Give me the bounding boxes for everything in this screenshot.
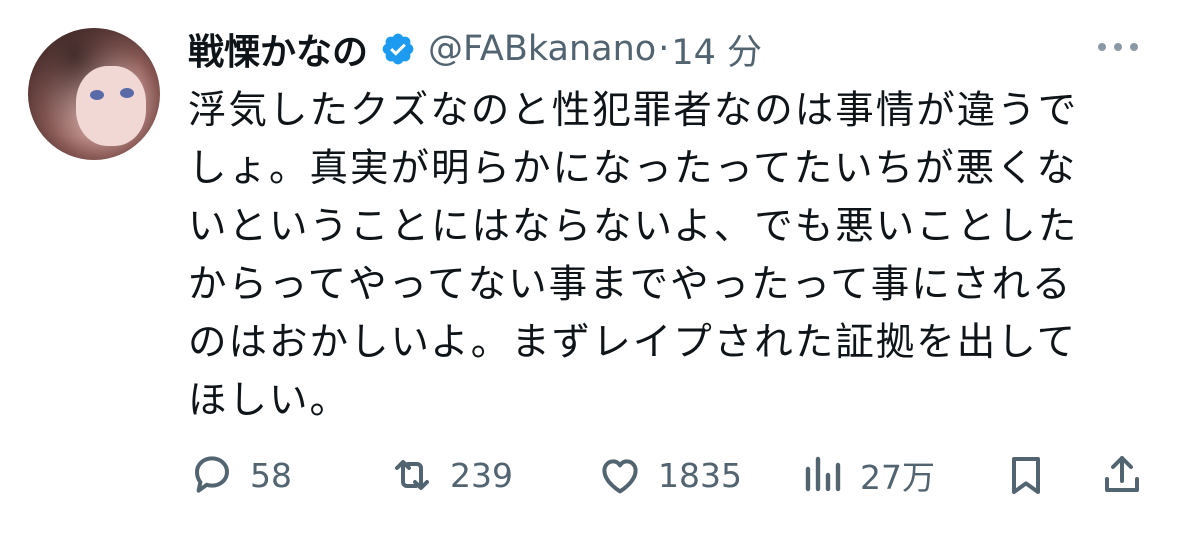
author-name[interactable]: 戦慄かなの [188, 23, 368, 75]
repost-button[interactable]: 239 [388, 446, 513, 504]
author-handle[interactable]: @FABkanano [428, 29, 656, 69]
timestamp[interactable]: 14 分 [671, 24, 762, 75]
more-dots-icon[interactable] [1098, 34, 1148, 60]
tweet-line: からってやってない事までやったって事にされる [188, 262, 1073, 307]
tweet-line: ほしい。 [188, 378, 351, 423]
tweet-line: しょ。真実が明らかになったってたいちが悪くな [188, 146, 1078, 191]
share-button[interactable] [1098, 446, 1146, 504]
tweet-line: 浮気したクズなのと性犯罪者なのは事情が違うで [188, 88, 1079, 133]
tweet-line: のはおかしいよ。まずレイプされた証拠を出して [188, 320, 1078, 365]
reply-button[interactable]: 58 [188, 446, 292, 504]
like-count: 1835 [658, 455, 742, 495]
verified-badge-icon [380, 31, 416, 67]
share-icon [1105, 456, 1139, 492]
like-button[interactable]: 1835 [596, 446, 742, 504]
tweet-text: 浮気したクズなのと性犯罪者なのは事情が違うで しょ。真実が明らかになったってたい… [188, 82, 1128, 430]
bookmark-icon [1012, 457, 1040, 494]
view-count: 27万 [860, 458, 935, 497]
tweet-line: いということにはならないよ、でも悪いことした [188, 204, 1079, 249]
action-bar: 58 239 1835 27万 [188, 446, 1148, 504]
views-button[interactable]: 27万 [798, 446, 935, 504]
reply-count: 58 [250, 455, 292, 495]
bookmark-button[interactable] [1002, 446, 1050, 504]
repost-icon [395, 460, 429, 490]
tweet: 戦慄かなの @FABkanano · 14 分 浮気したクズなのと性犯罪者なのは… [0, 0, 1179, 538]
avatar[interactable] [28, 28, 160, 160]
repost-count: 239 [450, 455, 513, 495]
tweet-header: 戦慄かなの @FABkanano · 14 分 [188, 22, 762, 76]
reply-icon [195, 456, 229, 493]
views-chart-icon [805, 456, 841, 492]
separator-dot: · [658, 29, 670, 69]
heart-icon [602, 459, 638, 494]
